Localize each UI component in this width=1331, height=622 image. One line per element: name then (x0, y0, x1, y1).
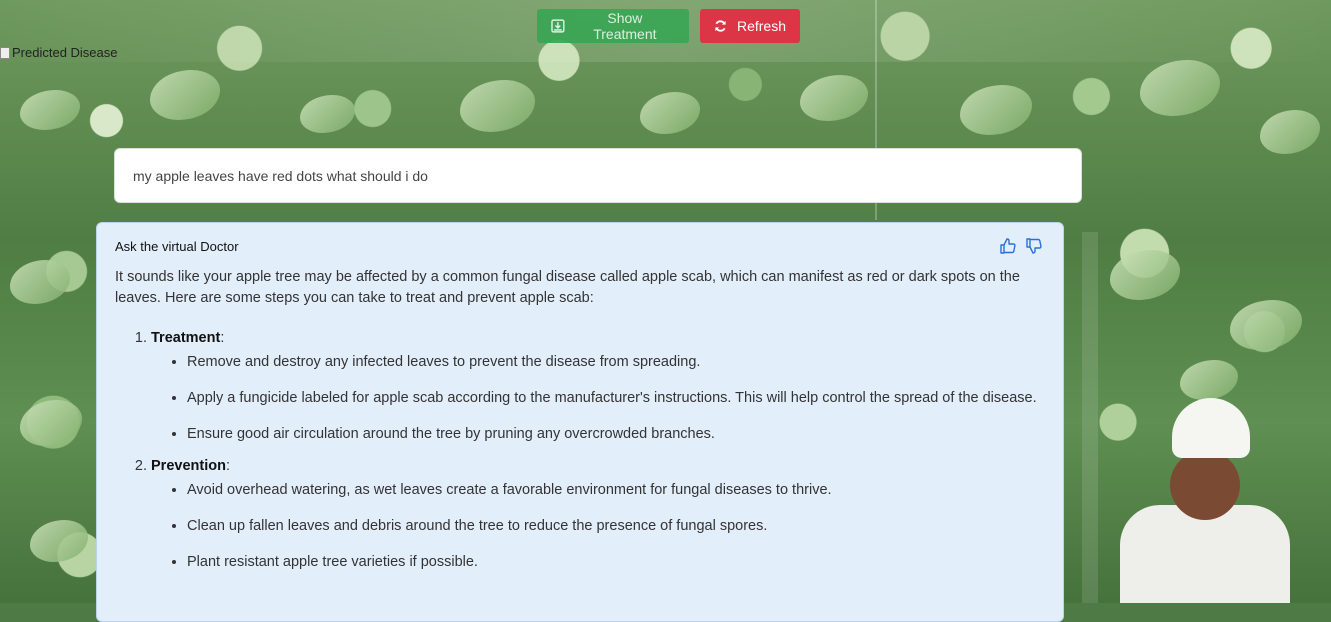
response-card: Ask the virtual Doctor It sounds like yo… (96, 222, 1064, 622)
response-intro: It sounds like your apple tree may be af… (115, 269, 1020, 306)
refresh-icon (715, 20, 726, 32)
response-title: Ask the virtual Doctor (115, 238, 239, 254)
list-item: Remove and destroy any infected leaves t… (187, 352, 1045, 373)
thumbs-up-icon[interactable] (999, 237, 1017, 255)
predicted-disease-alt-text: Predicted Disease (12, 45, 118, 60)
refresh-label: Refresh (736, 18, 786, 34)
query-input[interactable]: my apple leaves have red dots what shoul… (114, 148, 1082, 203)
list-item: Apply a fungicide labeled for apple scab… (187, 388, 1045, 409)
toolbar: Show Treatment Refresh (537, 9, 800, 43)
show-treatment-label: Show Treatment (593, 10, 657, 42)
response-steps: Treatment: Remove and destroy any infect… (115, 330, 1045, 573)
refresh-button[interactable]: Refresh (700, 9, 800, 43)
broken-image-icon (0, 46, 10, 59)
treatment-list: Remove and destroy any infected leaves t… (151, 352, 1045, 445)
step-treatment: Treatment: Remove and destroy any infect… (151, 330, 1045, 445)
list-item: Clean up fallen leaves and debris around… (187, 516, 1045, 537)
step-heading: Treatment (151, 330, 221, 346)
step-prevention: Prevention: Avoid overhead watering, as … (151, 458, 1045, 573)
query-text: my apple leaves have red dots what shoul… (133, 167, 428, 184)
feedback-buttons (999, 237, 1043, 255)
step-heading: Prevention (151, 458, 226, 474)
list-item: Plant resistant apple tree varieties if … (187, 552, 1045, 573)
thumbs-down-icon[interactable] (1025, 237, 1043, 255)
list-item: Ensure good air circulation around the t… (187, 424, 1045, 445)
download-icon (551, 19, 565, 33)
list-item: Avoid overhead watering, as wet leaves c… (187, 480, 1045, 501)
prevention-list: Avoid overhead watering, as wet leaves c… (151, 480, 1045, 573)
predicted-disease-image: Predicted Disease (0, 45, 118, 60)
show-treatment-button[interactable]: Show Treatment (537, 9, 689, 43)
scroll-track (1082, 232, 1098, 603)
